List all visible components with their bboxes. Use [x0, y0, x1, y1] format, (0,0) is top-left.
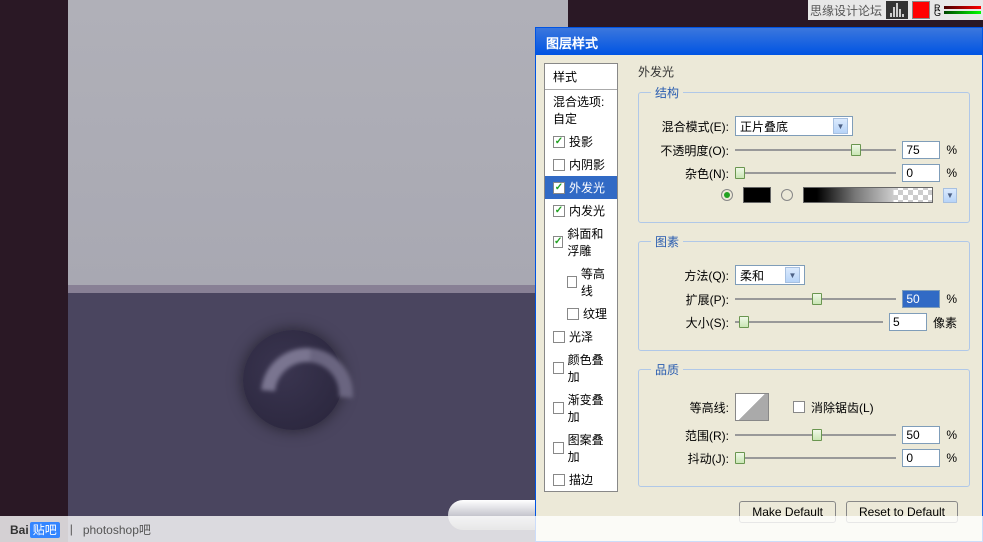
opacity-slider[interactable]: [735, 141, 896, 159]
sidebar-item-0[interactable]: 投影: [545, 130, 617, 153]
sidebar-item-3[interactable]: 内发光: [545, 199, 617, 222]
sidebar-item-label: 渐变叠加: [568, 391, 609, 425]
canvas-upper: [68, 0, 568, 290]
noise-label: 杂色(N):: [651, 165, 729, 182]
opacity-input[interactable]: 75: [902, 141, 940, 159]
style-checkbox[interactable]: [567, 276, 577, 288]
structure-group: 结构 混合模式(E): 正片叠底▼ 不透明度(O): 75 % 杂色(N): 0…: [638, 84, 970, 223]
g-label: G: [934, 8, 942, 18]
style-checkbox[interactable]: [553, 236, 563, 248]
histogram-icon: [886, 1, 908, 19]
knob-shape: [243, 330, 343, 430]
style-checkbox[interactable]: [567, 308, 579, 320]
sidebar-item-11[interactable]: 描边: [545, 468, 617, 491]
style-checkbox[interactable]: [553, 136, 565, 148]
method-select[interactable]: 柔和▼: [735, 265, 805, 285]
g-slider[interactable]: [944, 11, 981, 14]
dialog-titlebar[interactable]: 图层样式: [536, 28, 982, 55]
glow-gradient[interactable]: [803, 187, 933, 203]
range-input[interactable]: 50: [902, 426, 940, 444]
jitter-slider[interactable]: [735, 449, 896, 467]
style-checkbox[interactable]: [553, 474, 565, 486]
jitter-input[interactable]: 0: [902, 449, 940, 467]
sidebar-item-1[interactable]: 内阴影: [545, 153, 617, 176]
noise-input[interactable]: 0: [902, 164, 940, 182]
jitter-label: 抖动(J):: [651, 450, 729, 467]
sidebar-item-label: 等高线: [581, 265, 609, 299]
quality-group: 品质 等高线: 消除锯齿(L) 范围(R): 50 % 抖动(J):: [638, 361, 970, 487]
forum-text: 思缘设计论坛: [810, 2, 882, 19]
top-info-bar: 思缘设计论坛 R G: [808, 0, 983, 20]
structure-legend: 结构: [651, 84, 683, 101]
style-checkbox[interactable]: [553, 442, 564, 454]
size-input[interactable]: 5: [889, 313, 927, 331]
sidebar-item-label: 描边: [569, 471, 593, 488]
sidebar-item-10[interactable]: 图案叠加: [545, 428, 617, 468]
brand-logo: Bai贴吧: [10, 521, 60, 538]
sidebar-blend-options[interactable]: 混合选项:自定: [545, 90, 617, 130]
noise-slider[interactable]: [735, 164, 896, 182]
range-label: 范围(R):: [651, 427, 729, 444]
antialias-label: 消除锯齿(L): [811, 399, 874, 416]
spread-input[interactable]: 50: [902, 290, 940, 308]
blend-mode-select[interactable]: 正片叠底▼: [735, 116, 853, 136]
sidebar-item-7[interactable]: 光泽: [545, 325, 617, 348]
canvas-preview: [68, 0, 568, 542]
size-slider[interactable]: [735, 313, 883, 331]
antialias-checkbox[interactable]: [793, 401, 805, 413]
style-checkbox[interactable]: [553, 205, 565, 217]
sidebar-item-label: 内阴影: [569, 156, 605, 173]
contour-picker[interactable]: [735, 393, 769, 421]
size-label: 大小(S):: [651, 314, 729, 331]
spread-slider[interactable]: [735, 290, 896, 308]
chevron-down-icon: ▼: [785, 267, 800, 283]
style-checkbox[interactable]: [553, 159, 565, 171]
sidebar-item-label: 图案叠加: [568, 431, 609, 465]
elements-legend: 图素: [651, 233, 683, 250]
panel-title: 外发光: [638, 63, 970, 80]
layer-style-dialog: 图层样式 样式 混合选项:自定 投影内阴影外发光内发光斜面和浮雕等高线纹理光泽颜…: [535, 27, 983, 542]
chevron-down-icon[interactable]: ▼: [943, 188, 957, 203]
sidebar-item-9[interactable]: 渐变叠加: [545, 388, 617, 428]
canvas-divider: [68, 285, 568, 293]
style-checkbox[interactable]: [553, 362, 564, 374]
sidebar-item-4[interactable]: 斜面和浮雕: [545, 222, 617, 262]
style-checkbox[interactable]: [553, 402, 564, 414]
sidebar-item-5[interactable]: 等高线: [545, 262, 617, 302]
spread-label: 扩展(P):: [651, 291, 729, 308]
style-checkbox[interactable]: [553, 182, 565, 194]
color-radio[interactable]: [721, 189, 733, 201]
sidebar-item-2[interactable]: 外发光: [545, 176, 617, 199]
sidebar-item-label: 斜面和浮雕: [567, 225, 609, 259]
styles-sidebar: 样式 混合选项:自定 投影内阴影外发光内发光斜面和浮雕等高线纹理光泽颜色叠加渐变…: [536, 55, 626, 541]
range-slider[interactable]: [735, 426, 896, 444]
quality-legend: 品质: [651, 361, 683, 378]
sidebar-item-6[interactable]: 纹理: [545, 302, 617, 325]
elements-group: 图素 方法(Q): 柔和▼ 扩展(P): 50 % 大小(S): 5 像素: [638, 233, 970, 351]
sidebar-item-label: 颜色叠加: [568, 351, 609, 385]
gradient-radio[interactable]: [781, 189, 793, 201]
sidebar-header[interactable]: 样式: [545, 64, 617, 90]
color-swatch[interactable]: [912, 1, 930, 19]
footer-bar: Bai贴吧 | photoshop吧: [0, 516, 983, 542]
opacity-label: 不透明度(O):: [651, 142, 729, 159]
rgb-sliders: R G: [934, 5, 981, 16]
sidebar-item-label: 外发光: [569, 179, 605, 196]
sidebar-item-label: 纹理: [583, 305, 607, 322]
sidebar-item-label: 内发光: [569, 202, 605, 219]
contour-label: 等高线:: [651, 399, 729, 416]
glow-color-swatch[interactable]: [743, 187, 771, 203]
blend-mode-label: 混合模式(E):: [651, 118, 729, 135]
method-label: 方法(Q):: [651, 267, 729, 284]
sidebar-item-label: 投影: [569, 133, 593, 150]
sidebar-item-8[interactable]: 颜色叠加: [545, 348, 617, 388]
r-slider[interactable]: [944, 6, 981, 9]
bar-name[interactable]: photoshop吧: [83, 521, 151, 538]
style-checkbox[interactable]: [553, 331, 565, 343]
sidebar-item-label: 光泽: [569, 328, 593, 345]
chevron-down-icon: ▼: [833, 118, 848, 134]
settings-panel: 外发光 结构 混合模式(E): 正片叠底▼ 不透明度(O): 75 % 杂色(N…: [626, 55, 982, 541]
